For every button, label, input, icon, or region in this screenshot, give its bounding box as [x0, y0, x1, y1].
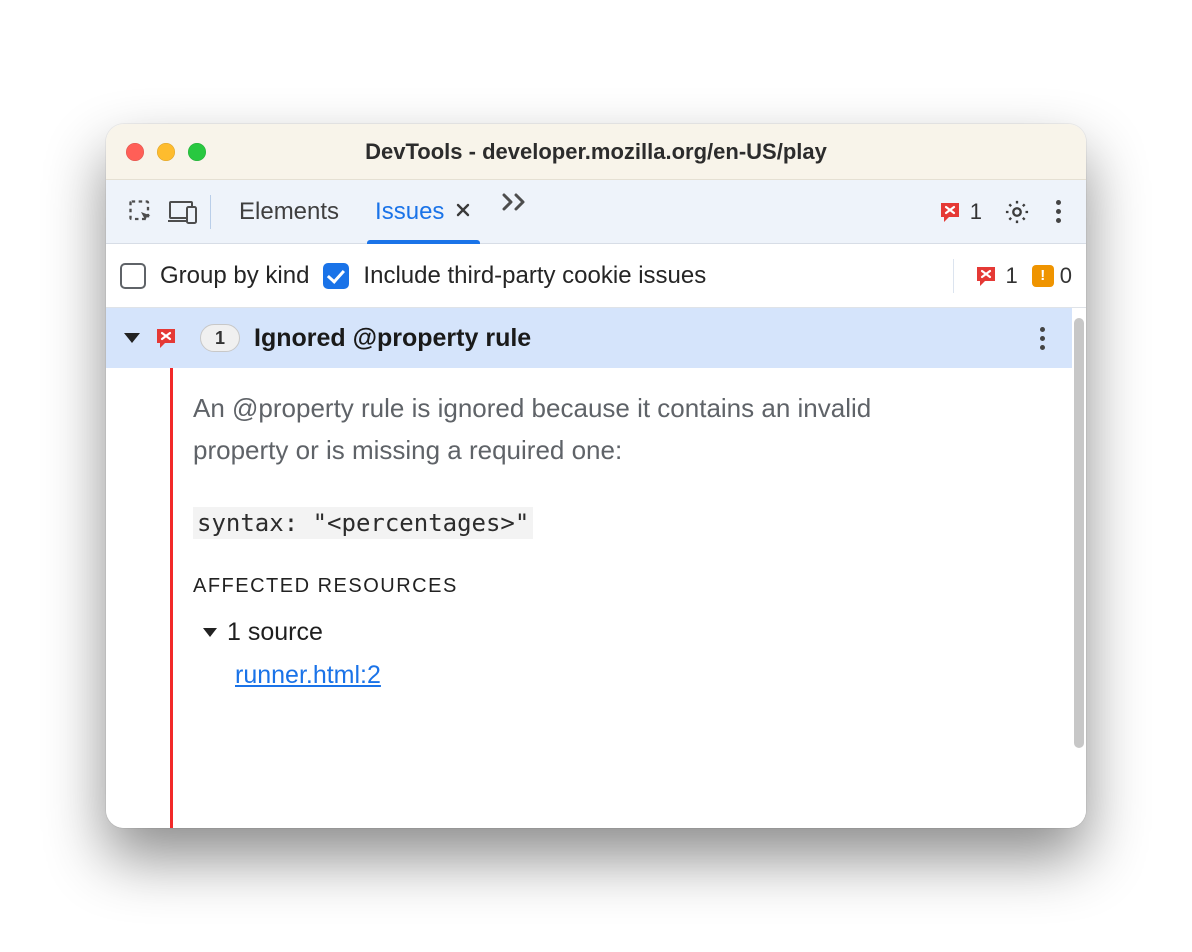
device-toolbar-icon[interactable]: [162, 191, 204, 233]
toolbar-divider: [210, 195, 211, 229]
filter-error-count: 1: [1006, 263, 1018, 289]
expand-caret-icon[interactable]: [124, 333, 140, 343]
issue-more-icon[interactable]: [1022, 318, 1062, 358]
issues-filterbar: Group by kind Include third-party cookie…: [106, 244, 1086, 308]
toolbar-error-count: 1: [970, 199, 982, 225]
tab-label: Elements: [239, 198, 339, 226]
affected-resources-label: AFFECTED RESOURCES: [193, 575, 1052, 598]
issue-title: Ignored @property rule: [254, 324, 1008, 353]
issue-counts: 1 0: [974, 263, 1073, 289]
issue-body: An @property rule is ignored because it …: [170, 368, 1072, 828]
close-window-button[interactable]: [126, 143, 144, 161]
devtools-toolbar: Elements Issues: [106, 180, 1086, 244]
issues-content: 1 Ignored @property rule An @property ru…: [106, 308, 1086, 828]
sources-toggle[interactable]: 1 source: [203, 618, 1052, 647]
close-tab-icon[interactable]: [454, 201, 472, 223]
tab-elements[interactable]: Elements: [221, 180, 357, 243]
include-thirdparty-label: Include third-party cookie issues: [363, 262, 706, 290]
minimize-window-button[interactable]: [157, 143, 175, 161]
tab-issues[interactable]: Issues: [357, 180, 490, 243]
traffic-lights: [126, 143, 206, 161]
error-badge-icon: [974, 265, 998, 287]
issue-header[interactable]: 1 Ignored @property rule: [106, 308, 1072, 368]
source-link[interactable]: runner.html:2: [235, 661, 381, 689]
devtools-window: DevTools - developer.mozilla.org/en-US/p…: [106, 124, 1086, 828]
issue-count-pill: 1: [200, 324, 240, 352]
inspect-element-icon[interactable]: [120, 191, 162, 233]
scrollbar-thumb[interactable]: [1074, 318, 1084, 748]
filterbar-divider: [953, 259, 954, 293]
warn-badge-icon: [1032, 265, 1054, 287]
sources-caret-icon: [203, 628, 217, 637]
include-thirdparty-checkbox[interactable]: [323, 263, 349, 289]
titlebar: DevTools - developer.mozilla.org/en-US/p…: [106, 124, 1086, 180]
issue-description: An @property rule is ignored because it …: [193, 388, 953, 471]
sources-count-label: 1 source: [227, 618, 323, 647]
settings-icon[interactable]: [996, 191, 1038, 233]
more-tabs-icon[interactable]: [496, 180, 538, 222]
more-options-icon[interactable]: [1038, 192, 1078, 232]
group-by-kind-checkbox[interactable]: [120, 263, 146, 289]
error-badge-icon[interactable]: [938, 201, 962, 223]
tabstrip: Elements Issues: [221, 180, 538, 243]
filter-warn-count: 0: [1060, 263, 1072, 289]
group-by-kind-label: Group by kind: [160, 262, 309, 290]
issue-severity-icon: [154, 327, 178, 349]
zoom-window-button[interactable]: [188, 143, 206, 161]
scrollbar[interactable]: [1072, 308, 1086, 828]
tab-label: Issues: [375, 198, 444, 226]
window-title: DevTools - developer.mozilla.org/en-US/p…: [106, 139, 1086, 165]
issue-code-snippet: syntax: "<percentages>": [193, 507, 533, 539]
